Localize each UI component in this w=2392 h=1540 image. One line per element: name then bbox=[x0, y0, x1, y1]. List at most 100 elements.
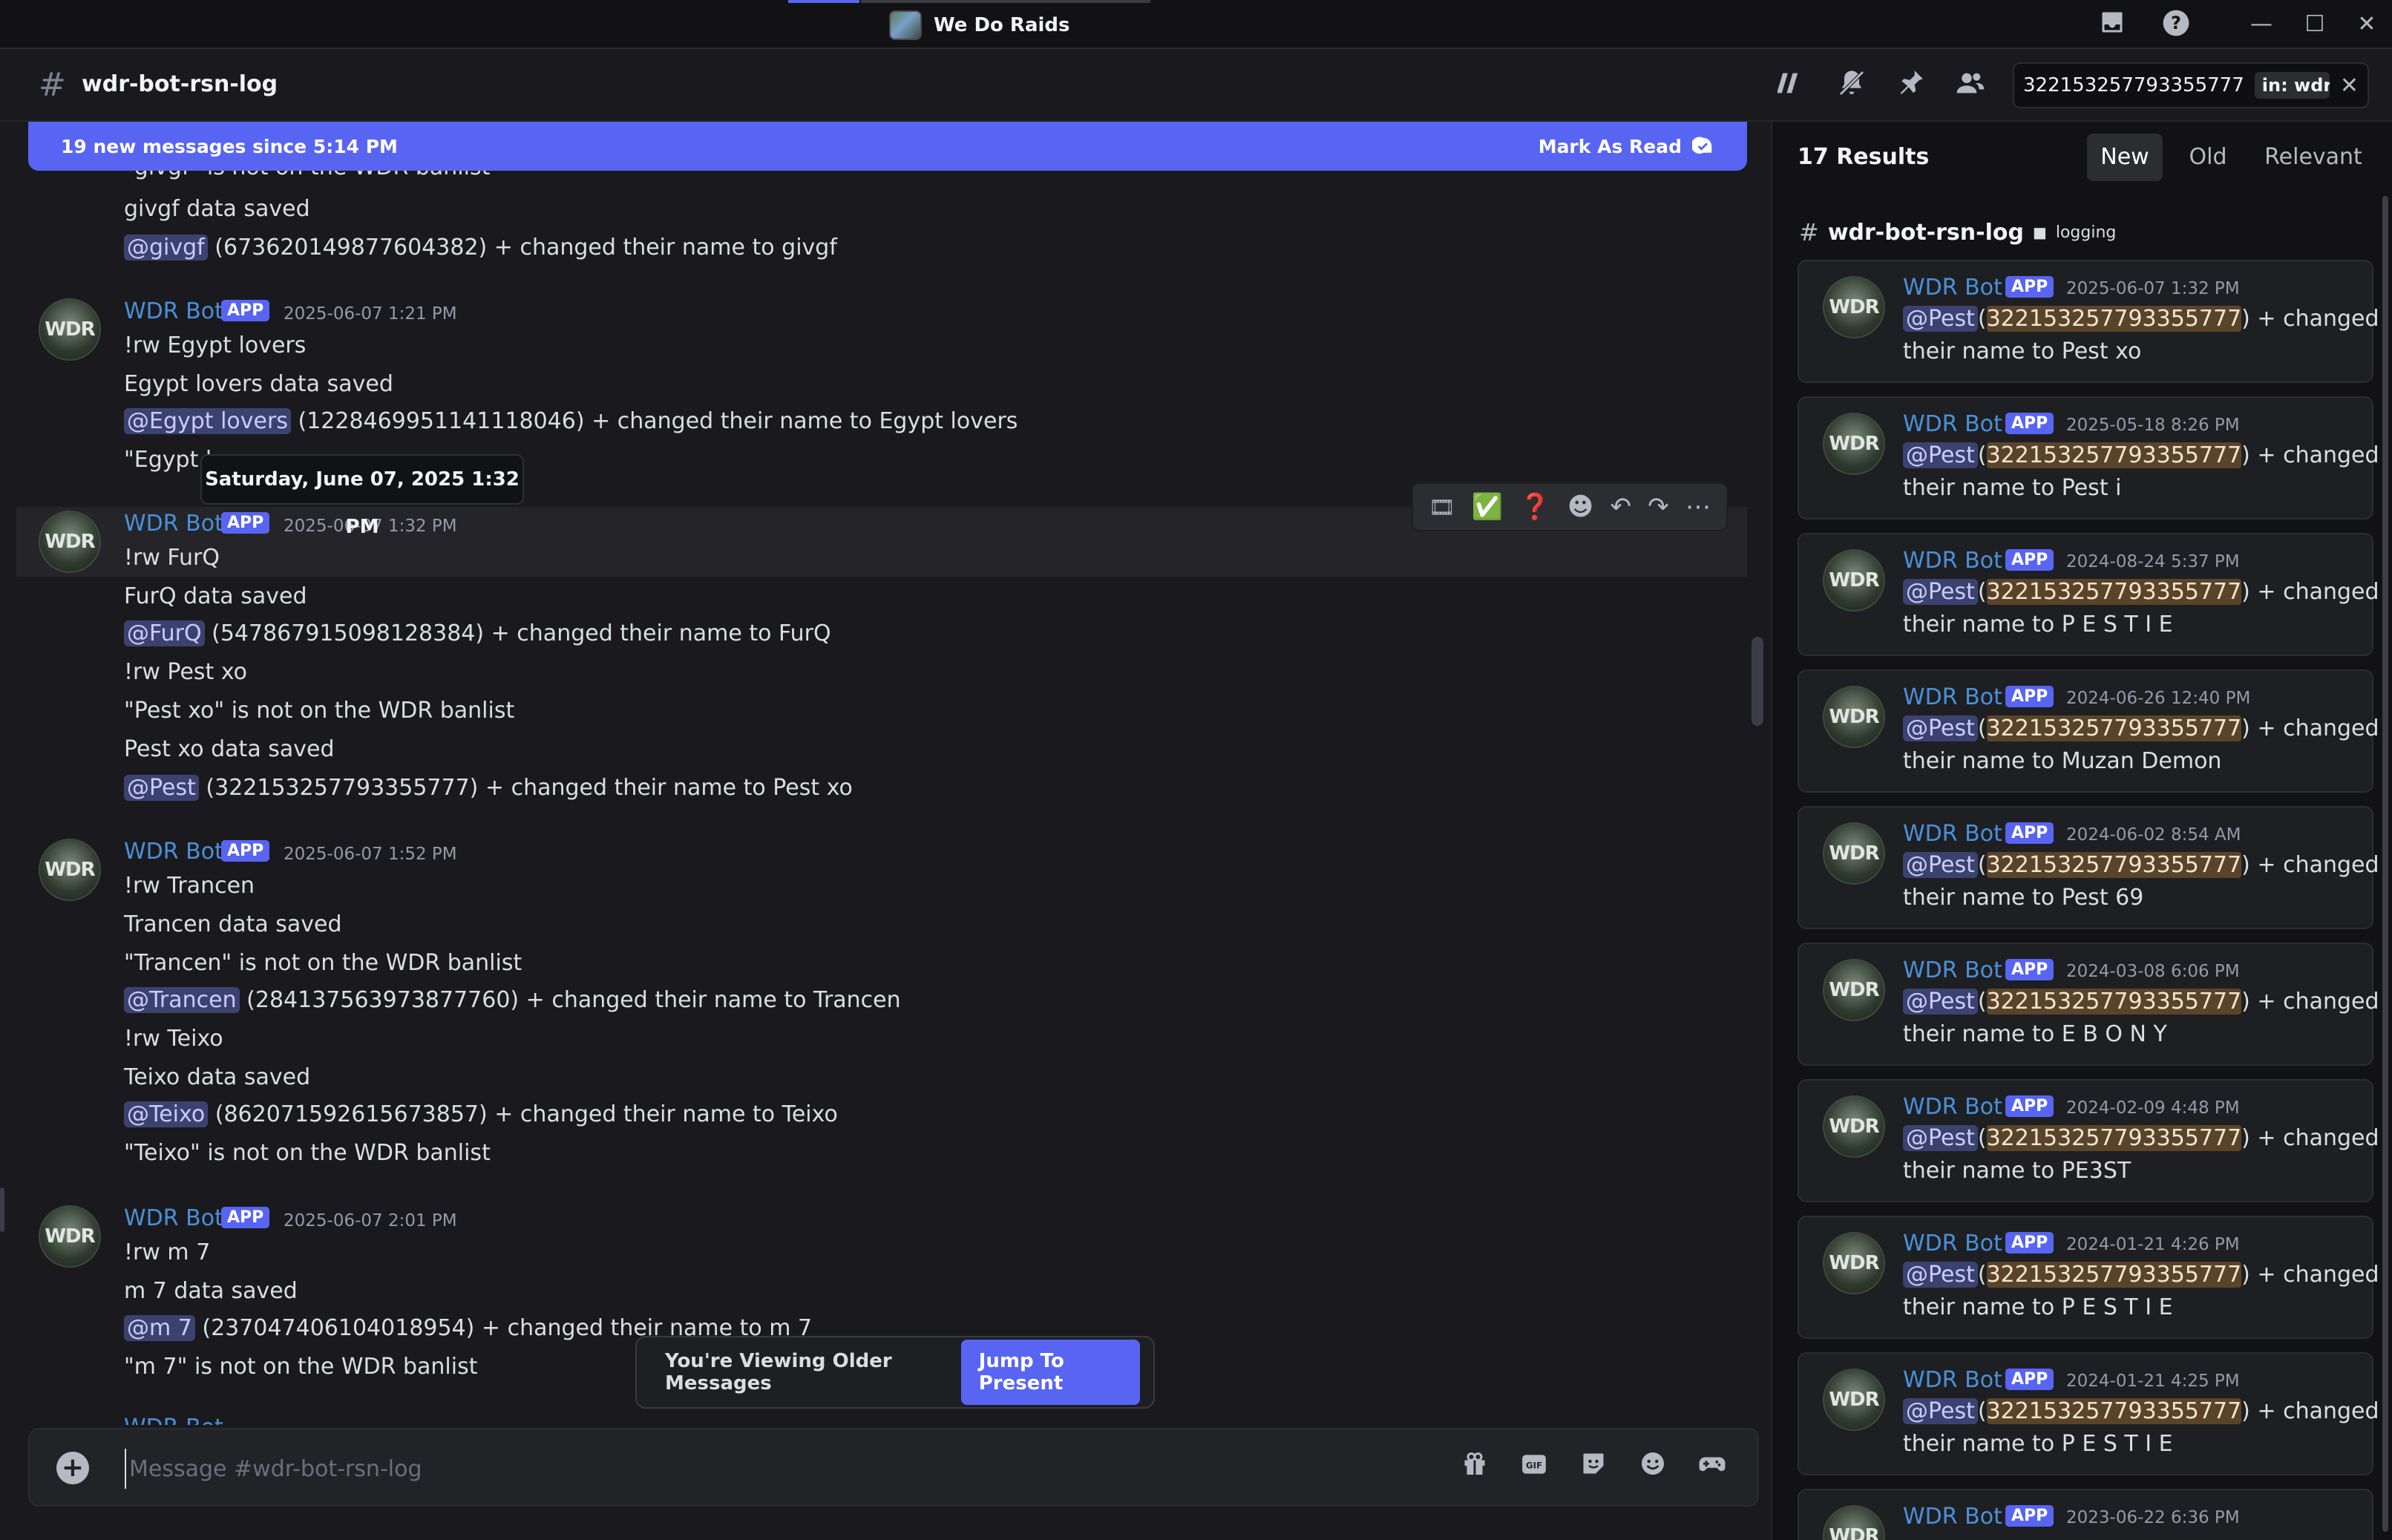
message-author[interactable]: WDR Bot bbox=[1903, 1231, 2002, 1256]
avatar[interactable]: WDR bbox=[1823, 959, 1885, 1021]
pinned-messages-icon[interactable] bbox=[1893, 68, 1930, 105]
message-author[interactable]: WDR Bot bbox=[1903, 1094, 2002, 1120]
search-result[interactable]: WDR WDR Bot APP 2024-01-21 4:25 PM @Pest (322… bbox=[1798, 1352, 2379, 1475]
message-author[interactable]: WDR Bot bbox=[124, 1205, 223, 1231]
results-channel-name[interactable]: wdr-bot-rsn-log bbox=[1828, 220, 2024, 246]
message-author[interactable]: WDR Bot bbox=[124, 511, 223, 537]
forward-icon[interactable]: ↷ bbox=[1648, 492, 1669, 522]
new-messages-banner[interactable]: 19 new messages since 5:14 PM Mark As Re… bbox=[28, 122, 1747, 171]
message-author[interactable]: WDR Bot bbox=[124, 1415, 223, 1425]
message-timestamp[interactable]: 2023-06-22 6:36 PM bbox=[2066, 1508, 2240, 1527]
message-timestamp[interactable]: 2024-06-02 8:54 AM bbox=[2066, 825, 2241, 845]
user-mention[interactable]: @Pest bbox=[1903, 1398, 1978, 1424]
search-result[interactable]: WDR WDR Bot APP 2024-06-02 8:54 AM @Pest (322… bbox=[1798, 806, 2379, 929]
message-timestamp[interactable]: 2024-06-26 12:40 PM bbox=[2066, 689, 2250, 708]
avatar[interactable]: WDR bbox=[39, 839, 101, 901]
avatar[interactable]: WDR bbox=[1823, 1095, 1885, 1158]
message-author[interactable]: WDR Bot bbox=[1903, 957, 2002, 983]
results-scrollbar[interactable] bbox=[2382, 196, 2388, 1532]
message-author[interactable]: WDR Bot bbox=[1903, 1367, 2002, 1393]
user-mention[interactable]: @Pest bbox=[1903, 579, 1978, 605]
sort-tab-old[interactable]: Old bbox=[2172, 134, 2244, 181]
message-input[interactable] bbox=[125, 1449, 1386, 1489]
mark-as-read-button[interactable]: Mark As Read bbox=[1539, 135, 1714, 157]
help-icon[interactable]: ? bbox=[2160, 9, 2192, 42]
message-timestamp[interactable]: 2024-01-21 4:26 PM bbox=[2066, 1235, 2240, 1254]
more-icon[interactable]: ⋯ bbox=[1685, 492, 1711, 522]
search-result[interactable]: WDR WDR Bot APP 2025-05-18 8:26 PM @Pest (322… bbox=[1798, 396, 2379, 520]
message-author[interactable]: WDR Bot bbox=[1903, 548, 2002, 574]
message-timestamp[interactable]: 2025-06-07 1:52 PM bbox=[284, 845, 457, 864]
inbox-icon[interactable] bbox=[2096, 9, 2129, 42]
avatar[interactable]: WDR bbox=[39, 511, 101, 573]
results-channel-header[interactable]: # wdr-bot-rsn-log ■ logging bbox=[1799, 218, 2116, 246]
search-result[interactable]: WDR WDR Bot APP 2024-06-26 12:40 PM @Pest (32… bbox=[1798, 669, 2379, 793]
avatar[interactable]: WDR bbox=[1823, 549, 1885, 612]
avatar[interactable]: WDR bbox=[1823, 1369, 1885, 1431]
sort-tab-relevant[interactable]: Relevant bbox=[2253, 134, 2373, 181]
search-result[interactable]: WDR WDR Bot APP 2024-02-09 4:48 PM @Pest (322… bbox=[1798, 1079, 2379, 1202]
gif-icon[interactable]: GIF bbox=[1516, 1450, 1553, 1487]
message-timestamp[interactable]: 2025-06-07 2:01 PM bbox=[284, 1211, 457, 1231]
message-actions-bar[interactable]: 🎞 ✅ ❓ ☻ ↶ ↷ ⋯ bbox=[1412, 482, 1728, 531]
add-reaction-icon[interactable]: ☻ bbox=[1567, 492, 1593, 522]
sort-tab-new[interactable]: New bbox=[2087, 134, 2163, 181]
avatar[interactable]: WDR bbox=[1823, 1232, 1885, 1294]
emoji-icon[interactable] bbox=[1634, 1450, 1671, 1487]
user-mention[interactable]: @Pest bbox=[1903, 852, 1978, 878]
search-result[interactable]: WDR WDR Bot APP 2023-06-22 6:36 PM bbox=[1798, 1489, 2373, 1540]
avatar[interactable]: WDR bbox=[1823, 686, 1885, 748]
minimize-button[interactable]: — bbox=[2235, 7, 2287, 42]
message-author[interactable]: WDR Bot bbox=[1903, 411, 2002, 437]
search-filter-chip[interactable]: in: wdr-bot- bbox=[2254, 72, 2330, 99]
avatar[interactable]: WDR bbox=[1823, 276, 1885, 338]
user-mention[interactable]: @Pest bbox=[124, 775, 199, 801]
user-mention[interactable]: @FurQ bbox=[124, 620, 205, 646]
search-result[interactable]: WDR WDR Bot APP 2024-03-08 6:06 PM @Pest (322… bbox=[1798, 943, 2379, 1066]
message-author[interactable]: WDR Bot bbox=[1903, 275, 2002, 301]
member-list-icon[interactable] bbox=[1952, 68, 1989, 105]
message-timestamp[interactable]: 2025-05-18 8:26 PM bbox=[2066, 416, 2240, 435]
message-author[interactable]: WDR Bot bbox=[1903, 821, 2002, 847]
check-reaction-icon[interactable]: ✅ bbox=[1472, 492, 1503, 522]
message-author[interactable]: WDR Bot bbox=[1903, 684, 2002, 710]
message-author[interactable]: WDR Bot bbox=[124, 839, 223, 865]
reply-icon[interactable]: ↶ bbox=[1610, 492, 1632, 522]
chat-scrollbar[interactable] bbox=[1752, 637, 1763, 726]
threads-icon[interactable] bbox=[1774, 68, 1811, 105]
activity-icon[interactable] bbox=[1694, 1450, 1731, 1487]
question-reaction-icon[interactable]: ❓ bbox=[1519, 492, 1550, 522]
sticker-icon[interactable] bbox=[1575, 1450, 1612, 1487]
search-result[interactable]: WDR WDR Bot APP 2024-01-21 4:26 PM @Pest (322… bbox=[1798, 1216, 2379, 1339]
user-mention[interactable]: @Pest bbox=[1903, 442, 1978, 468]
search-result[interactable]: WDR WDR Bot APP 2025-06-07 1:32 PM @Pest (322… bbox=[1798, 260, 2379, 383]
close-window-button[interactable]: ✕ bbox=[2341, 7, 2392, 42]
gif-reaction-icon[interactable]: 🎞 bbox=[1429, 495, 1455, 520]
avatar[interactable]: WDR bbox=[39, 298, 101, 361]
user-mention[interactable]: @Pest bbox=[1903, 715, 1978, 741]
message-timestamp[interactable]: 2024-08-24 5:37 PM bbox=[2066, 552, 2240, 571]
avatar[interactable]: WDR bbox=[39, 1205, 101, 1268]
avatar[interactable]: WDR bbox=[1823, 1505, 1885, 1540]
clear-search-icon[interactable]: ✕ bbox=[2340, 73, 2359, 99]
message-author[interactable]: WDR Bot bbox=[124, 298, 223, 324]
user-mention[interactable]: @Pest bbox=[1903, 306, 1978, 332]
user-mention[interactable]: @m 7 bbox=[124, 1315, 195, 1341]
search-input[interactable]: 322153257793355777 bbox=[2023, 74, 2244, 96]
jump-to-present-button[interactable]: Jump To Present bbox=[960, 1340, 1140, 1405]
user-mention[interactable]: @Pest bbox=[1903, 989, 1978, 1015]
message-timestamp[interactable]: 2025-06-07 1:21 PM bbox=[284, 304, 457, 324]
message-timestamp[interactable]: 2024-02-09 4:48 PM bbox=[2066, 1098, 2240, 1118]
user-mention[interactable]: @Teixo bbox=[124, 1101, 209, 1127]
user-mention[interactable]: @Trancen bbox=[124, 987, 240, 1013]
message-timestamp[interactable]: 2024-03-08 6:06 PM bbox=[2066, 962, 2240, 981]
avatar[interactable]: WDR bbox=[1823, 822, 1885, 885]
user-mention[interactable]: @givgf bbox=[124, 235, 208, 261]
user-mention[interactable]: @Pest bbox=[1903, 1125, 1978, 1151]
search-result[interactable]: WDR WDR Bot APP 2024-08-24 5:37 PM @Pest (322… bbox=[1798, 533, 2379, 656]
search-bar[interactable]: 322153257793355777 in: wdr-bot- ✕ bbox=[2013, 62, 2369, 108]
message-timestamp[interactable]: 2024-01-21 4:25 PM bbox=[2066, 1372, 2240, 1391]
message-timestamp[interactable]: 2025-06-07 1:32 PM bbox=[2066, 279, 2240, 298]
gift-icon[interactable] bbox=[1456, 1450, 1493, 1487]
avatar[interactable]: WDR bbox=[1823, 413, 1885, 475]
